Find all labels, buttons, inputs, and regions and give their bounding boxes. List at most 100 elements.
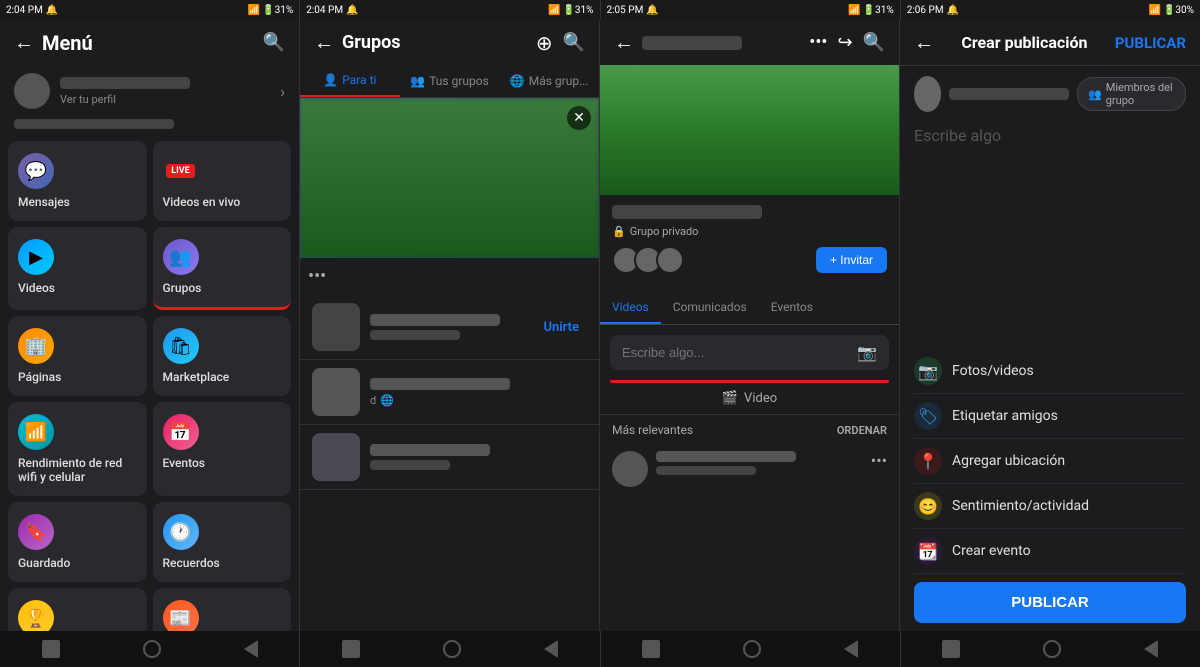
- group-info-2: d 🌐: [370, 378, 587, 407]
- create-user-row: 👥 Miembros del grupo: [900, 66, 1200, 116]
- menu-item-paginas[interactable]: 🏢 Páginas: [8, 316, 147, 396]
- camera-icon[interactable]: 📷: [857, 343, 877, 362]
- group-list-item-2[interactable]: d 🌐: [300, 360, 599, 425]
- group-card-footer: •••: [300, 258, 599, 295]
- menu-item-recuerdos[interactable]: 🕐 Recuerdos: [153, 502, 292, 582]
- chevron-right-icon: ›: [280, 82, 285, 101]
- back-nav-4[interactable]: [1144, 640, 1158, 658]
- search-icon-detail[interactable]: 🔍: [863, 32, 885, 53]
- group-detail-panel: ← ••• ↪ 🔍 🔒 Grupo privado: [600, 20, 900, 631]
- grupos-header-icons: ⊕ 🔍: [536, 31, 585, 55]
- back-nav-3[interactable]: [844, 640, 858, 658]
- profile-section[interactable]: Ver tu perfil ›: [0, 65, 299, 115]
- menu-label-grupos: Grupos: [163, 281, 202, 295]
- wifi-icon: 📶: [18, 414, 54, 450]
- menu-panel: ← Menú 🔍 Ver tu perfil › 💬 Mensajes L: [0, 20, 300, 631]
- back-arrow-create[interactable]: ←: [914, 30, 934, 55]
- circle-nav-1[interactable]: [143, 640, 161, 658]
- ordenar-button[interactable]: ORDENAR: [837, 424, 887, 437]
- menu-item-eventos[interactable]: 📅 Eventos: [153, 402, 292, 496]
- action-ubicacion[interactable]: 📍 Agregar ubicación: [914, 439, 1186, 484]
- evento-label: Crear evento: [952, 543, 1031, 559]
- escribe-algo-placeholder[interactable]: Escribe algo: [900, 116, 1200, 155]
- video-option[interactable]: 🎬 Video: [600, 383, 899, 415]
- square-nav-1[interactable]: [42, 640, 60, 658]
- comment-more-icon[interactable]: •••: [871, 451, 887, 470]
- circle-nav-4[interactable]: [1043, 640, 1061, 658]
- miembros-badge[interactable]: 👥 Miembros del grupo: [1077, 77, 1186, 111]
- back-nav-2[interactable]: [544, 640, 558, 658]
- menu-label-videos: Videos: [18, 281, 55, 295]
- write-post-box: 📷: [610, 335, 889, 370]
- profile-name-bar: [60, 77, 190, 89]
- menu-item-feeds[interactable]: 📰 Feeds: [153, 588, 292, 631]
- create-user-avatar: [914, 76, 941, 112]
- back-arrow-menu[interactable]: ←: [14, 30, 34, 55]
- action-sentimiento[interactable]: 😊 Sentimiento/actividad: [914, 484, 1186, 529]
- bottom-nav-2: [300, 631, 600, 667]
- square-nav-4[interactable]: [942, 640, 960, 658]
- close-icon[interactable]: ✕: [567, 106, 591, 130]
- action-evento[interactable]: 📆 Crear evento: [914, 529, 1186, 574]
- tab-para-ti[interactable]: 👤 Para ti: [300, 65, 400, 97]
- circle-nav-3[interactable]: [743, 640, 761, 658]
- create-user-info: [949, 88, 1069, 100]
- add-icon-grupos[interactable]: ⊕: [536, 31, 553, 55]
- detail-header: ← ••• ↪ 🔍: [600, 20, 899, 65]
- group-dots-menu[interactable]: •••: [308, 266, 326, 287]
- menu-item-rendimiento[interactable]: 📶 Rendimiento de red wifi y celular: [8, 402, 147, 496]
- live-icon-wrapper: LIVE: [163, 153, 199, 189]
- status-bar-2: 2:04 PM 🔔 📶🔋31%: [300, 0, 600, 20]
- group-list-item-1[interactable]: Unirte: [300, 295, 599, 360]
- circle-nav-2[interactable]: [443, 640, 461, 658]
- menu-header: ← Menú 🔍: [0, 20, 299, 65]
- juegos-icon: 🏆: [18, 600, 54, 631]
- tab-comunicados[interactable]: Comunicados: [661, 292, 759, 324]
- write-post-input[interactable]: [622, 345, 849, 360]
- feeds-icon: 📰: [163, 600, 199, 631]
- action-etiquetar[interactable]: 🏷 Etiquetar amigos: [914, 394, 1186, 439]
- tab-eventos-detail[interactable]: Eventos: [759, 292, 825, 324]
- search-icon-grupos[interactable]: 🔍: [563, 32, 585, 53]
- share-icon[interactable]: ↪: [837, 32, 852, 53]
- menu-label-rendimiento: Rendimiento de red wifi y celular: [18, 456, 137, 484]
- create-actions: 📷 Fotos/videos 🏷 Etiquetar amigos 📍 Agre…: [900, 341, 1200, 631]
- menu-item-videos[interactable]: ▶ Videos: [8, 227, 147, 310]
- back-nav-1[interactable]: [244, 640, 258, 658]
- menu-item-juegos[interactable]: 🏆 Juegos de fantasía: [8, 588, 147, 631]
- para-ti-icon: 👤: [323, 73, 338, 87]
- square-nav-2[interactable]: [342, 640, 360, 658]
- video-icon-option: 🎬: [722, 391, 738, 406]
- menu-item-guardado[interactable]: 🔖 Guardado: [8, 502, 147, 582]
- tab-videos-detail[interactable]: Videos: [600, 292, 661, 324]
- group-thumbnail-2: [312, 368, 360, 416]
- invite-button[interactable]: + Invitar: [816, 247, 887, 273]
- menu-item-marketplace[interactable]: 🛍 Marketplace: [153, 316, 292, 396]
- members-row: + Invitar: [612, 246, 887, 274]
- square-nav-3[interactable]: [642, 640, 660, 658]
- menu-item-mensajes[interactable]: 💬 Mensajes: [8, 141, 147, 221]
- publicar-top-button[interactable]: PUBLICAR: [1115, 34, 1186, 52]
- menu-label-eventos: Eventos: [163, 456, 205, 470]
- status-bar-3: 2:05 PM 🔔 📶🔋31%: [601, 0, 901, 20]
- back-arrow-detail[interactable]: ←: [614, 30, 634, 55]
- recuerdos-icon: 🕐: [163, 514, 199, 550]
- back-arrow-grupos[interactable]: ←: [314, 30, 334, 55]
- menu-item-videos-en-vivo[interactable]: LIVE Videos en vivo: [153, 141, 292, 221]
- search-icon-menu[interactable]: 🔍: [263, 32, 285, 53]
- menu-item-grupos[interactable]: 👥 Grupos: [153, 227, 292, 310]
- etiquetar-icon: 🏷: [914, 402, 942, 430]
- tab-tus-grupos[interactable]: 👥 Tus grupos: [400, 65, 500, 97]
- action-fotos-videos[interactable]: 📷 Fotos/videos: [914, 349, 1186, 394]
- bottom-nav-1: [0, 631, 300, 667]
- friends-section: [0, 115, 299, 133]
- tab-mas-grupos[interactable]: 🌐 Más grup...: [499, 65, 599, 97]
- bottom-nav-4: [901, 631, 1200, 667]
- publicar-large-button[interactable]: PUBLICAR: [914, 582, 1186, 623]
- video-icon: ▶: [18, 239, 54, 275]
- group-list-item-3[interactable]: [300, 425, 599, 490]
- menu-label-videos-en-vivo: Videos en vivo: [163, 195, 241, 209]
- more-options-icon[interactable]: •••: [809, 32, 827, 53]
- profile-link[interactable]: Ver tu perfil: [60, 93, 270, 106]
- unirse-button-1[interactable]: Unirte: [535, 316, 587, 339]
